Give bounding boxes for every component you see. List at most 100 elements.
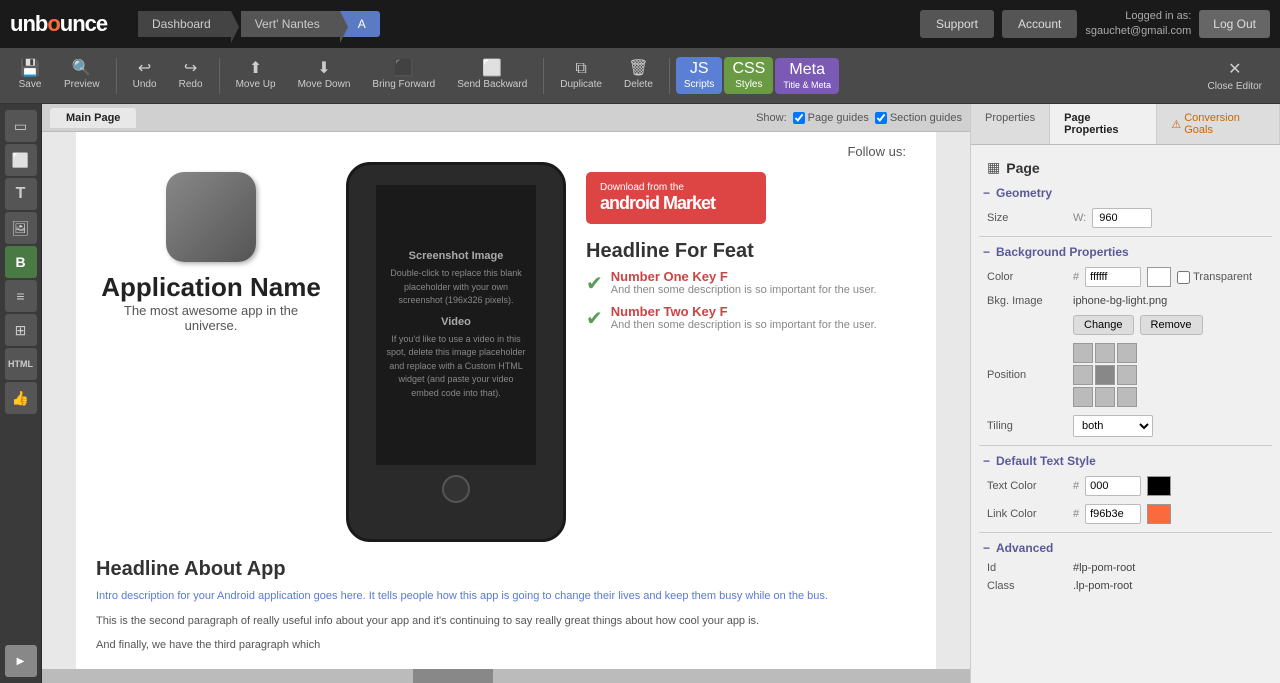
- geometry-label: Geometry: [996, 186, 1052, 200]
- toolbar-separator-2: [219, 58, 220, 94]
- pos-cell-tr[interactable]: [1117, 343, 1137, 363]
- sidebar-item-social[interactable]: 👍: [5, 382, 37, 414]
- link-color-input[interactable]: [1085, 504, 1141, 524]
- undo-button[interactable]: ↩ Undo: [123, 55, 167, 96]
- sidebar-item-section[interactable]: ▭: [5, 110, 37, 142]
- text-style-header[interactable]: − Default Text Style: [979, 450, 1272, 472]
- sidebar-expand-arrow[interactable]: ▶: [5, 645, 37, 677]
- position-label: Position: [987, 369, 1067, 381]
- geometry-collapse[interactable]: −: [983, 186, 990, 200]
- pos-cell-ml[interactable]: [1073, 365, 1093, 385]
- conversion-goals-tab[interactable]: ⚠ Conversion Goals: [1157, 104, 1280, 144]
- color-hash: #: [1073, 271, 1079, 283]
- app-icon: [166, 172, 256, 262]
- text-color-hash: #: [1073, 480, 1079, 492]
- page-guides-checkbox[interactable]: [793, 112, 805, 124]
- transparent-label[interactable]: Transparent: [1177, 271, 1252, 284]
- text-color-label: Text Color: [987, 480, 1067, 492]
- feature-1-text: Number One Key F And then some descripti…: [611, 269, 877, 296]
- page-guides-label[interactable]: Page guides: [793, 112, 869, 124]
- color-picker-box[interactable]: [1147, 267, 1171, 287]
- scripts-button[interactable]: JS Scripts: [676, 57, 723, 94]
- delete-icon: 🗑: [628, 61, 648, 77]
- styles-button[interactable]: CSS Styles: [724, 57, 773, 94]
- canvas-scrollbar-horizontal[interactable]: [42, 669, 970, 683]
- size-w-prefix: W:: [1073, 212, 1086, 224]
- section-guides-label[interactable]: Section guides: [875, 112, 962, 124]
- feature-item-2: ✔ Number Two Key F And then some descrip…: [586, 304, 916, 331]
- divider-2: [979, 445, 1272, 446]
- move-down-button[interactable]: ⬇ Move Down: [288, 55, 361, 96]
- change-button[interactable]: Change: [1073, 315, 1134, 335]
- pos-cell-mc[interactable]: [1095, 365, 1115, 385]
- sidebar-item-grid[interactable]: ⊞: [5, 314, 37, 346]
- toolbar-separator-1: [116, 58, 117, 94]
- pos-cell-tl[interactable]: [1073, 343, 1093, 363]
- preview-button[interactable]: 🔍 Preview: [54, 55, 110, 96]
- top-navigation: unbounce Dashboard Vert' Nantes A Suppor…: [0, 0, 1280, 48]
- login-email: sgauchet@gmail.com: [1085, 24, 1191, 39]
- color-input[interactable]: [1085, 267, 1141, 287]
- send-backward-icon: ⬜: [482, 61, 502, 77]
- pos-cell-bc[interactable]: [1095, 387, 1115, 407]
- properties-tab[interactable]: Properties: [971, 104, 1050, 144]
- bring-forward-button[interactable]: ⬛ Bring Forward: [362, 55, 445, 96]
- size-input[interactable]: [1092, 208, 1152, 228]
- sidebar-item-text[interactable]: T: [5, 178, 37, 210]
- position-grid[interactable]: [1073, 343, 1137, 407]
- tiling-select[interactable]: no-repeat repeat-x repeat-y both: [1073, 415, 1153, 437]
- toolbar: 💾 Save 🔍 Preview ↩ Undo ↪ Redo ⬆ Move Up…: [0, 48, 1280, 104]
- transparent-checkbox[interactable]: [1177, 271, 1190, 284]
- pos-cell-mr[interactable]: [1117, 365, 1137, 385]
- text-color-row: Text Color #: [979, 472, 1272, 500]
- android-badge-top: Download from the: [600, 182, 752, 193]
- close-editor-icon: ✕: [1228, 59, 1241, 79]
- title-meta-button[interactable]: Meta Title & Meta: [775, 58, 839, 94]
- pos-cell-bl[interactable]: [1073, 387, 1093, 407]
- main-page-tab[interactable]: Main Page: [50, 108, 136, 128]
- redo-button[interactable]: ↪ Redo: [169, 55, 213, 96]
- geometry-header[interactable]: − Geometry: [979, 182, 1272, 204]
- canvas-area[interactable]: Follow us: Application Name The most awe…: [42, 132, 970, 683]
- text-color-input[interactable]: [1085, 476, 1141, 496]
- dashboard-breadcrumb[interactable]: Dashboard: [138, 11, 231, 37]
- save-button[interactable]: 💾 Save: [8, 55, 52, 96]
- close-editor-button[interactable]: ✕ Close Editor: [1198, 53, 1272, 98]
- pos-cell-tc[interactable]: [1095, 343, 1115, 363]
- page-section-icon: ▦: [987, 159, 1000, 176]
- logout-button[interactable]: Log Out: [1199, 10, 1270, 38]
- sidebar-item-image[interactable]: 🖼: [5, 212, 37, 244]
- advanced-collapse[interactable]: −: [983, 541, 990, 555]
- page-properties-tab[interactable]: Page Properties: [1050, 104, 1157, 144]
- logged-in-label: Logged in as:: [1085, 9, 1191, 24]
- page-tabs-bar: Main Page Show: Page guides Section guid…: [42, 104, 970, 132]
- link-color-picker-box[interactable]: [1147, 504, 1171, 524]
- duplicate-button[interactable]: ⧉ Duplicate: [550, 55, 612, 96]
- account-button[interactable]: Account: [1002, 10, 1077, 38]
- id-value: #lp-pom-root: [1073, 562, 1135, 574]
- send-backward-button[interactable]: ⬜ Send Backward: [447, 55, 537, 96]
- support-button[interactable]: Support: [920, 10, 994, 38]
- panel-content: ▦ Page − Geometry Size W: − Background P…: [971, 145, 1280, 683]
- bg-properties-header[interactable]: − Background Properties: [979, 241, 1272, 263]
- show-label: Show:: [756, 112, 787, 124]
- feature-2-name: Number Two Key F: [611, 304, 877, 319]
- advanced-header[interactable]: − Advanced: [979, 537, 1272, 559]
- bg-collapse[interactable]: −: [983, 245, 990, 259]
- move-up-button[interactable]: ⬆ Move Up: [226, 55, 286, 96]
- text-color-picker-box[interactable]: [1147, 476, 1171, 496]
- text-style-collapse[interactable]: −: [983, 454, 990, 468]
- page-section-label: Page: [1006, 160, 1039, 176]
- delete-button[interactable]: 🗑 Delete: [614, 55, 663, 96]
- sidebar-item-html[interactable]: HTML: [5, 348, 37, 380]
- sidebar-item-list[interactable]: ≡: [5, 280, 37, 312]
- remove-button[interactable]: Remove: [1140, 315, 1203, 335]
- show-controls: Show: Page guides Section guides: [756, 112, 970, 124]
- class-label: Class: [987, 580, 1067, 592]
- site-breadcrumb[interactable]: Vert' Nantes: [241, 11, 340, 37]
- move-down-icon: ⬇: [317, 61, 330, 77]
- sidebar-item-box[interactable]: ⬜: [5, 144, 37, 176]
- section-guides-checkbox[interactable]: [875, 112, 887, 124]
- pos-cell-br[interactable]: [1117, 387, 1137, 407]
- sidebar-item-bold[interactable]: B: [5, 246, 37, 278]
